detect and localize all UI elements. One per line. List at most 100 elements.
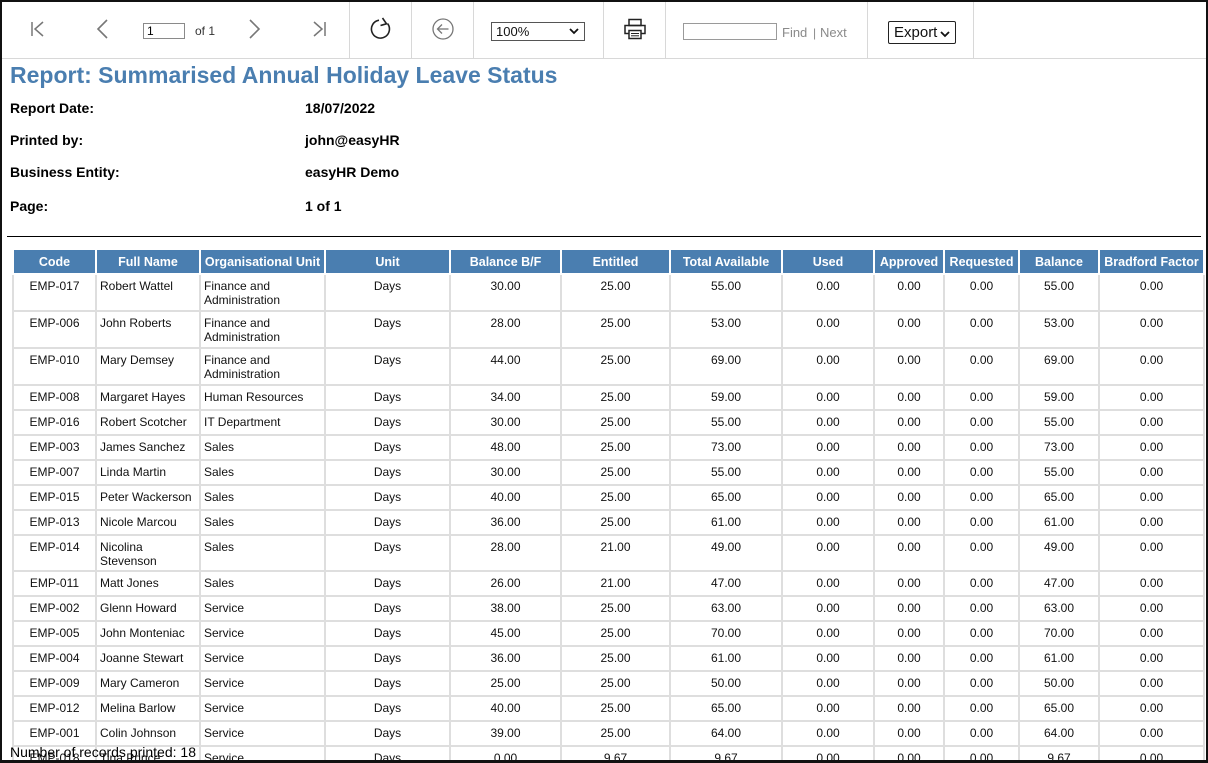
cell-unit: Days — [324, 595, 451, 622]
cell-full-name: Matt Jones — [95, 570, 201, 597]
cell-bradford-factor: 0.00 — [1098, 484, 1205, 511]
cell-used: 0.00 — [781, 670, 875, 697]
cell-organisational-unit: Sales — [199, 570, 326, 597]
cell-approved: 0.00 — [873, 509, 945, 536]
table-row: EMP-009 Mary Cameron Service Days 25.00 25.00… — [12, 670, 1205, 697]
column-header-full-name[interactable]: Full Name — [95, 248, 201, 275]
cell-code: EMP-013 — [12, 509, 97, 536]
cell-unit: Days — [324, 670, 451, 697]
zoom-select[interactable]: 100% — [491, 22, 585, 41]
cell-full-name: Colin Johnson — [95, 720, 201, 747]
table-row: EMP-008 Margaret Hayes Human Resources Days… — [12, 384, 1205, 411]
toolbar-divider — [473, 2, 474, 58]
cell-balance: 63.00 — [1018, 595, 1100, 622]
cell-balance: 70.00 — [1018, 620, 1100, 647]
cell-organisational-unit: Sales — [199, 509, 326, 536]
cell-used: 0.00 — [781, 645, 875, 672]
cell-used: 0.00 — [781, 534, 875, 572]
column-header-requested[interactable]: Requested — [943, 248, 1020, 275]
cell-unit: Days — [324, 459, 451, 486]
table-row: EMP-017 Robert Wattel Finance and Administ… — [12, 273, 1205, 312]
cell-balance-bf: 40.00 — [449, 695, 562, 722]
cell-bradford-factor: 0.00 — [1098, 645, 1205, 672]
report-title: Report: Summarised Annual Holiday Leave … — [10, 62, 558, 88]
cell-bradford-factor: 0.00 — [1098, 595, 1205, 622]
column-header-approved[interactable]: Approved — [873, 248, 945, 275]
cell-full-name: Linda Martin — [95, 459, 201, 486]
toolbar-divider — [867, 2, 868, 58]
last-page-icon[interactable] — [306, 16, 332, 42]
find-next-link[interactable]: Next — [820, 25, 847, 40]
toolbar-divider — [349, 2, 350, 58]
cell-full-name: Peter Wackerson — [95, 484, 201, 511]
cell-unit: Days — [324, 534, 451, 572]
cell-code: EMP-011 — [12, 570, 97, 597]
column-header-balance-bf[interactable]: Balance B/F — [449, 248, 562, 275]
column-header-total-available[interactable]: Total Available — [669, 248, 783, 275]
cell-used: 0.00 — [781, 434, 875, 461]
column-header-bradford-factor[interactable]: Bradford Factor — [1098, 248, 1205, 275]
previous-page-icon[interactable] — [90, 16, 116, 42]
cell-entitled: 25.00 — [560, 409, 671, 436]
column-header-entitled[interactable]: Entitled — [560, 248, 671, 275]
cell-unit: Days — [324, 273, 451, 312]
cell-unit: Days — [324, 484, 451, 511]
next-page-icon[interactable] — [241, 16, 267, 42]
cell-requested: 0.00 — [943, 409, 1020, 436]
cell-full-name: Joanne Stewart — [95, 645, 201, 672]
column-header-unit[interactable]: Unit — [324, 248, 451, 275]
cell-balance: 69.00 — [1018, 347, 1100, 386]
table-row: EMP-004 Joanne Stewart Service Days 36.00 25.… — [12, 645, 1205, 672]
cell-bradford-factor: 0.00 — [1098, 570, 1205, 597]
find-input[interactable] — [683, 23, 777, 40]
cell-full-name: Glenn Howard — [95, 595, 201, 622]
cell-total-available: 69.00 — [669, 347, 783, 386]
column-header-code[interactable]: Code — [12, 248, 97, 275]
zoom-value: 100% — [496, 24, 530, 39]
table-row: EMP-005 John Monteniac Service Days 45.00 25.… — [12, 620, 1205, 647]
cell-unit: Days — [324, 745, 451, 760]
cell-organisational-unit: Sales — [199, 484, 326, 511]
table-row: EMP-002 Glenn Howard Service Days 38.00 25.00… — [12, 595, 1205, 622]
column-header-organisational-unit[interactable]: Organisational Unit — [199, 248, 326, 275]
cell-full-name: Nicole Marcou — [95, 509, 201, 536]
cell-balance-bf: 34.00 — [449, 384, 562, 411]
cell-used: 0.00 — [781, 310, 875, 349]
refresh-icon[interactable] — [368, 16, 394, 42]
column-header-used[interactable]: Used — [781, 248, 875, 275]
cell-unit: Days — [324, 409, 451, 436]
cell-used: 0.00 — [781, 409, 875, 436]
find-link[interactable]: Find — [782, 25, 807, 40]
cell-unit: Days — [324, 620, 451, 647]
back-icon[interactable] — [430, 16, 456, 42]
cell-balance: 65.00 — [1018, 484, 1100, 511]
cell-total-available: 61.00 — [669, 645, 783, 672]
cell-requested: 0.00 — [943, 570, 1020, 597]
cell-entitled: 21.00 — [560, 570, 671, 597]
cell-total-available: 70.00 — [669, 620, 783, 647]
cell-balance-bf: 48.00 — [449, 434, 562, 461]
report-viewer-window: of 1 100% Find | Next Export — [0, 0, 1208, 763]
cell-unit: Days — [324, 645, 451, 672]
report-date-label: Report Date: — [10, 100, 95, 116]
column-header-balance[interactable]: Balance — [1018, 248, 1100, 275]
cell-entitled: 25.00 — [560, 595, 671, 622]
cell-approved: 0.00 — [873, 409, 945, 436]
cell-code: EMP-008 — [12, 384, 97, 411]
export-select[interactable]: Export — [888, 21, 956, 44]
cell-unit: Days — [324, 384, 451, 411]
cell-approved: 0.00 — [873, 595, 945, 622]
cell-full-name: Robert Wattel — [95, 273, 201, 312]
first-page-icon[interactable] — [25, 16, 51, 42]
cell-used: 0.00 — [781, 595, 875, 622]
print-icon[interactable] — [622, 16, 648, 42]
cell-approved: 0.00 — [873, 534, 945, 572]
cell-entitled: 25.00 — [560, 620, 671, 647]
cell-requested: 0.00 — [943, 273, 1020, 312]
cell-entitled: 25.00 — [560, 645, 671, 672]
page-number-input[interactable] — [143, 23, 185, 39]
cell-balance-bf: 28.00 — [449, 534, 562, 572]
cell-entitled: 25.00 — [560, 434, 671, 461]
cell-code: EMP-005 — [12, 620, 97, 647]
cell-entitled: 25.00 — [560, 484, 671, 511]
